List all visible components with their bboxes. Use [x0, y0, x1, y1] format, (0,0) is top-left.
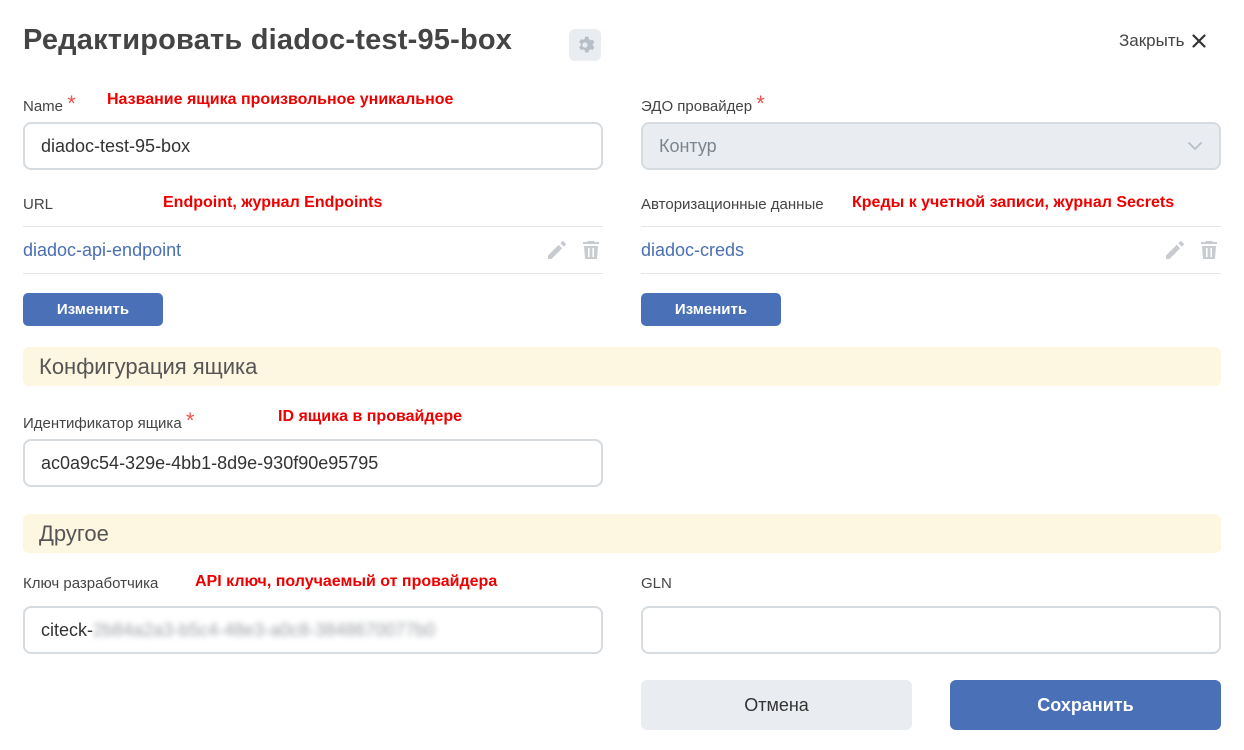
name-input[interactable]: diadoc-test-95-box	[23, 122, 603, 170]
auth-label: Авторизационные данные	[641, 196, 824, 213]
pencil-icon[interactable]	[545, 238, 569, 262]
dev-key-prefix: citeck-	[41, 619, 94, 640]
dev-key-input[interactable]: citeck- 2b84a2a3-b5c4-48e3-a0c8-384867007…	[23, 606, 603, 654]
required-mark: *	[67, 91, 76, 116]
section-box-config: Конфигурация ящика	[23, 347, 1221, 386]
dev-key-label: Ключ разработчика	[23, 575, 159, 592]
close-icon	[1192, 34, 1207, 48]
close-button[interactable]: Закрыть	[1119, 31, 1207, 51]
settings-gear-button[interactable]	[569, 29, 601, 61]
box-id-input[interactable]: ac0a9c54-329e-4bb1-8d9e-930f90e95795	[23, 439, 603, 487]
trash-icon[interactable]	[1197, 238, 1221, 262]
close-label: Закрыть	[1119, 31, 1185, 50]
dev-key-hidden: 2b84a2a3-b5c4-48e3-a0c8-3848670077b0	[93, 619, 436, 640]
box-id-label: Идентификатор ящика *	[23, 408, 195, 433]
provider-select-value: Контур	[659, 135, 717, 156]
trash-icon[interactable]	[579, 238, 603, 262]
gear-icon	[579, 36, 595, 53]
url-row-actions	[545, 238, 603, 262]
required-mark: *	[756, 91, 765, 116]
url-label: URL	[23, 196, 54, 213]
dev-key-annotation: API ключ, получаемый от провайдера	[195, 573, 498, 590]
box-id-annotation: ID ящика в провайдере	[278, 408, 463, 425]
url-change-button[interactable]: Изменить	[23, 293, 163, 326]
url-link[interactable]: diadoc-api-endpoint	[23, 240, 181, 261]
section-other-title: Другое	[39, 520, 109, 546]
save-button[interactable]: Сохранить	[950, 680, 1221, 730]
chevron-down-icon	[1187, 141, 1203, 151]
pencil-icon[interactable]	[1163, 238, 1187, 262]
gln-label: GLN	[641, 575, 672, 592]
url-annotation: Endpoint, журнал Endpoints	[163, 194, 383, 211]
cancel-button[interactable]: Отмена	[641, 680, 912, 730]
section-box-config-title: Конфигурация ящика	[39, 353, 258, 379]
name-annotation: Название ящика произвольное уникальное	[107, 91, 454, 108]
provider-select[interactable]: Контур	[641, 122, 1221, 170]
name-input-value: diadoc-test-95-box	[41, 135, 191, 156]
auth-change-button[interactable]: Изменить	[641, 293, 781, 326]
auth-row-actions	[1163, 238, 1221, 262]
required-mark: *	[185, 408, 195, 433]
auth-link[interactable]: diadoc-creds	[641, 240, 744, 261]
auth-row: diadoc-creds	[641, 226, 1221, 274]
url-row: diadoc-api-endpoint	[23, 226, 603, 274]
box-id-input-value: ac0a9c54-329e-4bb1-8d9e-930f90e95795	[41, 452, 379, 473]
section-other: Другое	[23, 514, 1221, 553]
name-label: Name *	[23, 91, 76, 116]
provider-label: ЭДО провайдер *	[641, 91, 765, 116]
gln-input[interactable]	[641, 606, 1221, 654]
auth-annotation: Креды к учетной записи, журнал Secrets	[852, 194, 1175, 211]
dialog-title: Редактировать diadoc-test-95-box	[23, 24, 513, 56]
